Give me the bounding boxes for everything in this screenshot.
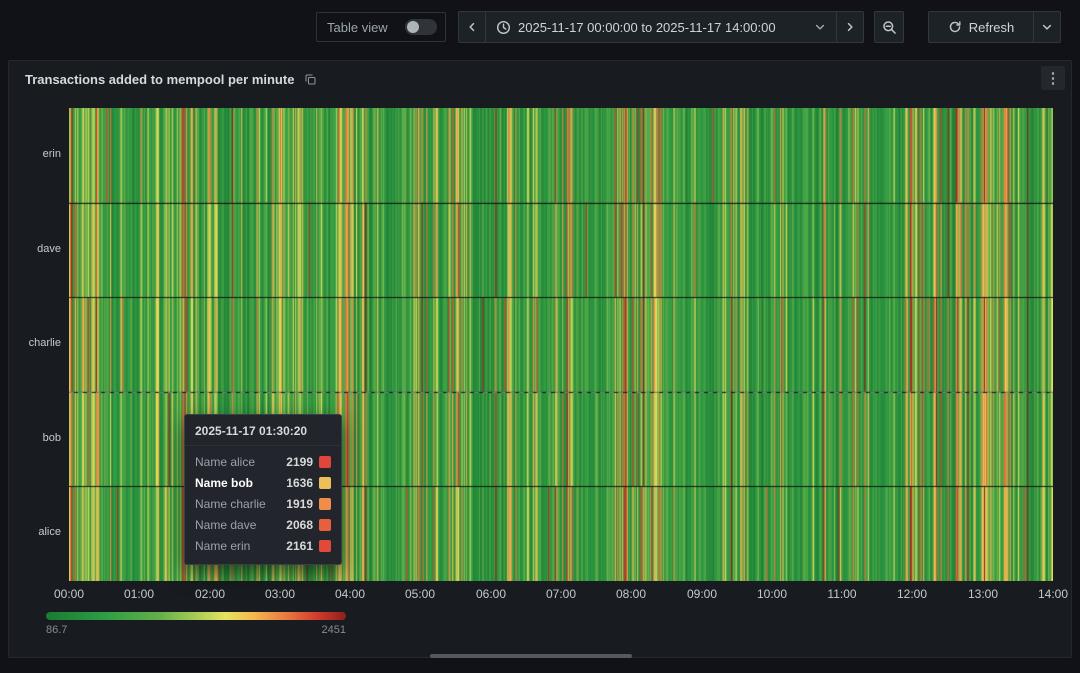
tooltip-body: Name alice 2199 Name bob 1636 Name charl…: [185, 446, 341, 564]
table-view-control[interactable]: Table view: [316, 12, 446, 42]
tooltip-row-erin: Name erin 2161: [185, 535, 341, 556]
chevron-right-icon: [844, 21, 856, 33]
series-color-swatch: [319, 519, 331, 531]
tooltip-row-dave: Name dave 2068: [185, 514, 341, 535]
zoom-out-button[interactable]: [874, 11, 904, 43]
tooltip-row-alice: Name alice 2199: [185, 451, 341, 472]
table-view-label: Table view: [327, 20, 388, 35]
clock-icon: [496, 20, 511, 35]
refresh-label: Refresh: [969, 20, 1015, 35]
toggle-knob: [407, 21, 419, 33]
time-shift-forward-button[interactable]: [836, 11, 864, 43]
y-axis-label-bob: bob: [9, 432, 61, 444]
panel-header: Transactions added to mempool per minute: [9, 61, 1071, 97]
x-tick: 01:00: [119, 587, 159, 601]
x-tick: 10:00: [752, 587, 792, 601]
panel-links-icon[interactable]: [304, 73, 317, 86]
series-color-swatch: [319, 498, 331, 510]
y-axis-label-alice: alice: [9, 526, 61, 538]
time-nav-group: 2025-11-17 00:00:00 to 2025-11-17 14:00:…: [458, 11, 864, 43]
panel-menu-button[interactable]: ⋮: [1041, 66, 1065, 90]
x-tick: 00:00: [49, 587, 89, 601]
x-tick: 09:00: [682, 587, 722, 601]
mempool-panel: Transactions added to mempool per minute…: [8, 60, 1072, 658]
series-color-swatch: [319, 456, 331, 468]
y-axis-label-charlie: charlie: [9, 337, 61, 349]
x-tick: 08:00: [611, 587, 651, 601]
series-color-swatch: [319, 477, 331, 489]
tooltip-timestamp: 2025-11-17 01:30:20: [185, 415, 341, 446]
refresh-icon: [948, 20, 962, 34]
x-tick: 11:00: [822, 587, 862, 601]
time-shift-back-button[interactable]: [458, 11, 486, 43]
color-scale-max: 2451: [322, 624, 346, 636]
x-tick: 14:00: [1033, 587, 1073, 601]
y-axis-label-dave: dave: [9, 243, 61, 255]
table-view-toggle[interactable]: [405, 19, 437, 35]
chevron-down-icon: [814, 21, 826, 33]
top-toolbar: Table view 2025-11-17 00:00:00 to 2025-1…: [0, 0, 1080, 54]
refresh-interval-dropdown-button[interactable]: [1033, 11, 1061, 43]
chevron-left-icon: [466, 21, 478, 33]
tooltip-row-bob: Name bob 1636: [185, 472, 341, 493]
chevron-down-icon: [1041, 21, 1053, 33]
x-tick: 03:00: [260, 587, 300, 601]
tooltip-row-charlie: Name charlie 1919: [185, 493, 341, 514]
series-color-swatch: [319, 540, 331, 552]
x-tick: 04:00: [330, 587, 370, 601]
panel-title[interactable]: Transactions added to mempool per minute: [25, 72, 294, 87]
x-tick: 07:00: [541, 587, 581, 601]
refresh-button[interactable]: Refresh: [928, 11, 1034, 43]
color-scale-gradient: [46, 612, 346, 620]
x-tick: 05:00: [400, 587, 440, 601]
horizontal-scrollbar-thumb[interactable]: [430, 654, 632, 658]
zoom-group: [874, 11, 904, 43]
time-range-picker-button[interactable]: 2025-11-17 00:00:00 to 2025-11-17 14:00:…: [485, 11, 837, 43]
zoom-out-icon: [882, 20, 897, 35]
x-tick: 13:00: [963, 587, 1003, 601]
color-scale-labels: 86.7 2451: [46, 624, 346, 636]
color-scale-min: 86.7: [46, 624, 67, 636]
x-tick: 06:00: [471, 587, 511, 601]
x-tick: 02:00: [190, 587, 230, 601]
y-axis-label-erin: erin: [9, 148, 61, 160]
x-tick: 12:00: [892, 587, 932, 601]
chart-tooltip: 2025-11-17 01:30:20 Name alice 2199 Name…: [184, 414, 342, 565]
time-range-label: 2025-11-17 00:00:00 to 2025-11-17 14:00:…: [518, 20, 776, 35]
refresh-group: Refresh: [928, 11, 1061, 43]
